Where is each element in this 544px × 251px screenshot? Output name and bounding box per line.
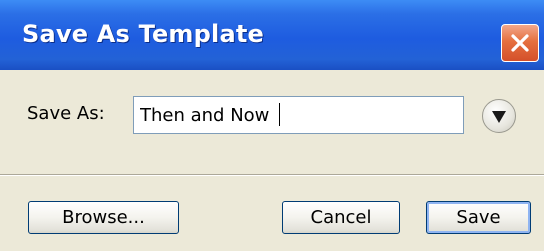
separator: [0, 174, 544, 176]
dropdown-button[interactable]: [482, 99, 516, 133]
close-button[interactable]: [501, 24, 539, 62]
save-button[interactable]: Save: [426, 201, 531, 234]
save-as-template-dialog: Save As Template Save As: Browse... Canc…: [0, 0, 544, 251]
close-icon: [511, 34, 529, 52]
template-name-input[interactable]: [133, 96, 464, 134]
title-bar[interactable]: Save As Template: [0, 0, 544, 70]
chevron-down-icon: [492, 111, 506, 123]
browse-button[interactable]: Browse...: [28, 201, 179, 234]
dialog-title: Save As Template: [22, 20, 264, 48]
text-caret: [279, 103, 280, 126]
save-as-label: Save As:: [27, 103, 105, 124]
cancel-button[interactable]: Cancel: [282, 201, 400, 234]
